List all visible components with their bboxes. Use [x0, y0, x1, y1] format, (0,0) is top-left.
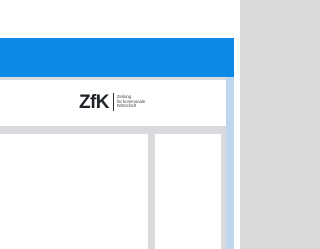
main-content-panel	[0, 134, 148, 249]
sidebar-panel	[155, 134, 221, 249]
browser-window: ZfK Zeitung für kommunale Wirtschaft	[0, 38, 234, 249]
logo-tagline-line: Wirtschaft	[116, 103, 136, 109]
zfk-logo[interactable]: ZfK Zeitung für kommunale Wirtschaft	[79, 89, 145, 115]
site-header: ZfK Zeitung für kommunale Wirtschaft	[0, 80, 226, 126]
logo-tagline: Zeitung für kommunale Wirtschaft	[116, 94, 145, 109]
page-background: ZfK Zeitung für kommunale Wirtschaft	[0, 0, 281, 249]
content-area: ZfK Zeitung für kommunale Wirtschaft	[0, 77, 226, 249]
logo-mark: ZfK	[79, 91, 109, 113]
top-navigation-bar	[0, 38, 234, 77]
logo-divider	[112, 93, 114, 111]
